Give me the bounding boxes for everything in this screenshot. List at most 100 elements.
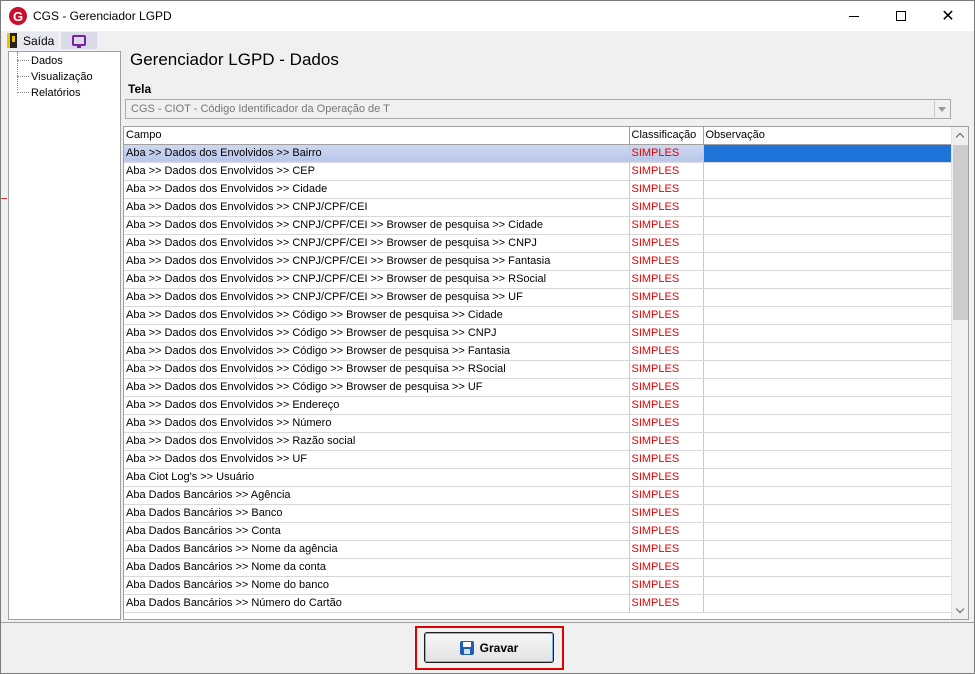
tree-item-relatorios[interactable]: Relatórios	[9, 85, 81, 100]
table-row[interactable]: Aba >> Dados dos Envolvidos >> Código >>…	[124, 306, 953, 325]
table-row[interactable]: Aba Dados Bancários >> Conta SIMPLES	[124, 522, 953, 541]
cell-observacao[interactable]	[703, 558, 953, 577]
table-row[interactable]: Aba >> Dados dos Envolvidos >> Bairro SIM…	[124, 144, 953, 163]
cell-campo[interactable]: Aba >> Dados dos Envolvidos >> Código >>…	[124, 324, 630, 343]
cell-classificacao[interactable]: SIMPLES	[629, 594, 704, 613]
cell-observacao[interactable]	[703, 162, 953, 181]
cell-observacao[interactable]	[703, 360, 953, 379]
table-row[interactable]: Aba >> Dados dos Envolvidos >> Cidade SIM…	[124, 180, 953, 199]
cell-classificacao[interactable]: SIMPLES	[629, 504, 704, 523]
table-row[interactable]: Aba Ciot Log's >> Usuário SIMPLES	[124, 468, 953, 487]
cell-campo[interactable]: Aba >> Dados dos Envolvidos >> Código >>…	[124, 342, 630, 361]
vertical-scrollbar[interactable]	[951, 127, 968, 619]
cell-campo[interactable]: Aba >> Dados dos Envolvidos >> CNPJ/CPF/…	[124, 216, 630, 235]
cell-classificacao[interactable]: SIMPLES	[629, 180, 704, 199]
cell-classificacao[interactable]: SIMPLES	[629, 342, 704, 361]
save-button[interactable]: Gravar	[424, 632, 554, 663]
cell-classificacao[interactable]: SIMPLES	[629, 162, 704, 181]
cell-classificacao[interactable]: SIMPLES	[629, 486, 704, 505]
cell-classificacao[interactable]: SIMPLES	[629, 360, 704, 379]
cell-observacao[interactable]	[703, 198, 953, 217]
cell-classificacao[interactable]: SIMPLES	[629, 288, 704, 307]
cell-campo[interactable]: Aba >> Dados dos Envolvidos >> CNPJ/CPF/…	[124, 234, 630, 253]
scrollbar-thumb[interactable]	[953, 145, 968, 320]
cell-observacao[interactable]	[703, 216, 953, 235]
cell-campo[interactable]: Aba Ciot Log's >> Usuário	[124, 468, 630, 487]
cell-observacao[interactable]	[703, 540, 953, 559]
cell-campo[interactable]: Aba >> Dados dos Envolvidos >> Número	[124, 414, 630, 433]
table-row[interactable]: Aba >> Dados dos Envolvidos >> CNPJ/CPF/…	[124, 216, 953, 235]
table-row[interactable]: Aba >> Dados dos Envolvidos >> CNPJ/CPF/…	[124, 198, 953, 217]
cell-classificacao[interactable]: SIMPLES	[629, 306, 704, 325]
cell-campo[interactable]: Aba >> Dados dos Envolvidos >> Razão soc…	[124, 432, 630, 451]
column-header-classificacao[interactable]: Classificação	[629, 127, 704, 145]
cell-observacao[interactable]	[703, 342, 953, 361]
tela-select-dropdown-button[interactable]	[934, 101, 949, 117]
cell-observacao[interactable]	[703, 522, 953, 541]
cell-classificacao[interactable]: SIMPLES	[629, 234, 704, 253]
table-row[interactable]: Aba Dados Bancários >> Nome do banco SIMP…	[124, 576, 953, 595]
table-row[interactable]: Aba >> Dados dos Envolvidos >> Número SIM…	[124, 414, 953, 433]
cell-campo[interactable]: Aba >> Dados dos Envolvidos >> CNPJ/CPF/…	[124, 198, 630, 217]
cell-observacao[interactable]	[703, 396, 953, 415]
tree-item-dados[interactable]: Dados	[9, 53, 63, 68]
table-row[interactable]: Aba >> Dados dos Envolvidos >> CNPJ/CPF/…	[124, 252, 953, 271]
cell-campo[interactable]: Aba Dados Bancários >> Agência	[124, 486, 630, 505]
table-row[interactable]: Aba >> Dados dos Envolvidos >> Razão soc…	[124, 432, 953, 451]
table-row[interactable]: Aba >> Dados dos Envolvidos >> Código >>…	[124, 342, 953, 361]
scroll-up-button[interactable]	[952, 127, 968, 144]
cell-classificacao[interactable]: SIMPLES	[629, 252, 704, 271]
cell-observacao[interactable]	[703, 468, 953, 487]
cell-classificacao[interactable]: SIMPLES	[629, 522, 704, 541]
cell-campo[interactable]: Aba Dados Bancários >> Nome da conta	[124, 558, 630, 577]
cell-classificacao[interactable]: SIMPLES	[629, 414, 704, 433]
close-button[interactable]: ✕	[925, 1, 971, 31]
cell-observacao[interactable]	[703, 144, 953, 163]
table-row[interactable]: Aba Dados Bancários >> Nome da agência SI…	[124, 540, 953, 559]
cell-campo[interactable]: Aba >> Dados dos Envolvidos >> Cidade	[124, 180, 630, 199]
cell-campo[interactable]: Aba >> Dados dos Envolvidos >> Código >>…	[124, 306, 630, 325]
cell-campo[interactable]: Aba >> Dados dos Envolvidos >> CNPJ/CPF/…	[124, 252, 630, 271]
table-row[interactable]: Aba Dados Bancários >> Nome da conta SIMP…	[124, 558, 953, 577]
cell-classificacao[interactable]: SIMPLES	[629, 198, 704, 217]
cell-campo[interactable]: Aba >> Dados dos Envolvidos >> Bairro	[124, 144, 630, 163]
cell-observacao[interactable]	[703, 306, 953, 325]
maximize-button[interactable]	[878, 1, 924, 31]
cell-classificacao[interactable]: SIMPLES	[629, 558, 704, 577]
tree-item-visualizacao[interactable]: Visualização	[9, 69, 93, 84]
cell-campo[interactable]: Aba >> Dados dos Envolvidos >> UF	[124, 450, 630, 469]
table-row[interactable]: Aba Dados Bancários >> Agência SIMPLES	[124, 486, 953, 505]
column-header-campo[interactable]: Campo	[124, 127, 630, 145]
table-row[interactable]: Aba >> Dados dos Envolvidos >> Código >>…	[124, 360, 953, 379]
table-row[interactable]: Aba Dados Bancários >> Número do Cartão S…	[124, 594, 953, 613]
cell-observacao[interactable]	[703, 594, 953, 613]
cell-observacao[interactable]	[703, 378, 953, 397]
monitor-menu-item[interactable]	[61, 32, 97, 49]
cell-campo[interactable]: Aba >> Dados dos Envolvidos >> Código >>…	[124, 360, 630, 379]
cell-observacao[interactable]	[703, 270, 953, 289]
table-row[interactable]: Aba >> Dados dos Envolvidos >> UF SIMPLES	[124, 450, 953, 469]
cell-observacao[interactable]	[703, 504, 953, 523]
cell-classificacao[interactable]: SIMPLES	[629, 378, 704, 397]
tela-select[interactable]: CGS - CIOT - Código Identificador da Ope…	[125, 99, 951, 119]
scroll-down-button[interactable]	[952, 602, 968, 619]
cell-classificacao[interactable]: SIMPLES	[629, 396, 704, 415]
cell-observacao[interactable]	[703, 252, 953, 271]
minimize-button[interactable]	[831, 1, 877, 31]
cell-campo[interactable]: Aba Dados Bancários >> Nome do banco	[124, 576, 630, 595]
table-row[interactable]: Aba Dados Bancários >> Banco SIMPLES	[124, 504, 953, 523]
column-header-observacao[interactable]: Observação	[703, 127, 953, 145]
cell-campo[interactable]: Aba >> Dados dos Envolvidos >> CNPJ/CPF/…	[124, 270, 630, 289]
cell-classificacao[interactable]: SIMPLES	[629, 270, 704, 289]
cell-campo[interactable]: Aba >> Dados dos Envolvidos >> Endereço	[124, 396, 630, 415]
table-row[interactable]: Aba >> Dados dos Envolvidos >> Código >>…	[124, 378, 953, 397]
cell-observacao[interactable]	[703, 234, 953, 253]
cell-observacao[interactable]	[703, 324, 953, 343]
cell-campo[interactable]: Aba Dados Bancários >> Nome da agência	[124, 540, 630, 559]
cell-campo[interactable]: Aba >> Dados dos Envolvidos >> Código >>…	[124, 378, 630, 397]
cell-campo[interactable]: Aba Dados Bancários >> Conta	[124, 522, 630, 541]
cell-classificacao[interactable]: SIMPLES	[629, 540, 704, 559]
table-row[interactable]: Aba >> Dados dos Envolvidos >> Endereço S…	[124, 396, 953, 415]
cell-campo[interactable]: Aba >> Dados dos Envolvidos >> CEP	[124, 162, 630, 181]
table-row[interactable]: Aba >> Dados dos Envolvidos >> CNPJ/CPF/…	[124, 270, 953, 289]
